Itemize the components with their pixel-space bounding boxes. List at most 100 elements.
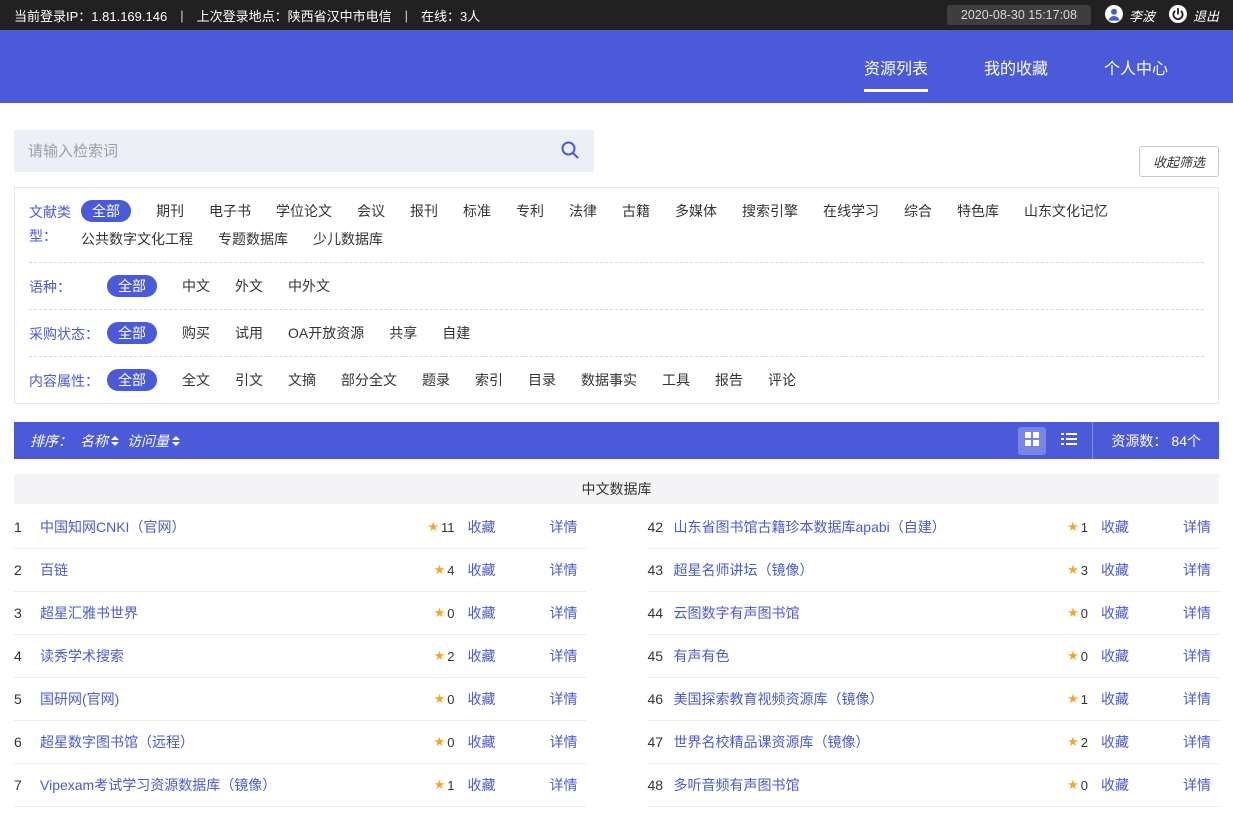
detail-link[interactable]: 详情 <box>550 775 578 795</box>
grid-view-button[interactable] <box>1018 427 1046 455</box>
filter-option[interactable]: 专利 <box>516 200 544 222</box>
filter-option[interactable]: OA开放资源 <box>288 322 364 344</box>
resource-name-link[interactable]: 多听音频有声图书馆 <box>674 775 1068 795</box>
resource-name-link[interactable]: 有声有色 <box>674 646 1068 666</box>
filter-option[interactable]: 中外文 <box>288 275 330 297</box>
filter-option[interactable]: 报刊 <box>410 200 438 222</box>
resource-name-link[interactable]: 超星汇雅书世界 <box>40 603 434 623</box>
resource-name-link[interactable]: 读秀学术搜索 <box>40 646 434 666</box>
star-count: 1 <box>447 778 454 793</box>
search-input[interactable] <box>14 143 554 160</box>
favorite-link[interactable]: 收藏 <box>1101 689 1129 709</box>
favorite-link[interactable]: 收藏 <box>468 517 496 537</box>
filter-option[interactable]: 索引 <box>475 369 503 391</box>
resource-name-link[interactable]: 美国探索教育视频资源库（镜像） <box>674 689 1068 709</box>
detail-link[interactable]: 详情 <box>550 560 578 580</box>
favorite-link[interactable]: 收藏 <box>468 560 496 580</box>
detail-link[interactable]: 详情 <box>1183 560 1211 580</box>
list-view-button[interactable] <box>1055 427 1083 455</box>
detail-link[interactable]: 详情 <box>1183 775 1211 795</box>
filter-option[interactable]: 部分全文 <box>341 369 397 391</box>
filter-option[interactable]: 文摘 <box>288 369 316 391</box>
filter-option[interactable]: 综合 <box>904 200 932 222</box>
logout-label: 退出 <box>1193 6 1219 25</box>
favorite-link[interactable]: 收藏 <box>468 603 496 623</box>
resource-name-link[interactable]: 山东省图书馆古籍珍本数据库apabi（自建） <box>674 517 1068 537</box>
filter-option[interactable]: 标准 <box>463 200 491 222</box>
detail-link[interactable]: 详情 <box>1183 646 1211 666</box>
favorite-link[interactable]: 收藏 <box>1101 775 1129 795</box>
resource-name-link[interactable]: 云图数字有声图书馆 <box>674 603 1068 623</box>
search-button[interactable] <box>554 140 594 163</box>
filter-option[interactable]: 购买 <box>182 322 210 344</box>
nav-tab-my-favorites[interactable]: 我的收藏 <box>984 55 1048 79</box>
filter-option[interactable]: 古籍 <box>622 200 650 222</box>
filter-option[interactable]: 共享 <box>389 322 417 344</box>
favorite-link[interactable]: 收藏 <box>468 775 496 795</box>
filter-option[interactable]: 自建 <box>442 322 470 344</box>
detail-link[interactable]: 详情 <box>550 603 578 623</box>
filter-option[interactable]: 在线学习 <box>823 200 879 222</box>
user-menu[interactable]: 李波 <box>1105 5 1155 26</box>
filter-option[interactable]: 数据事实 <box>581 369 637 391</box>
favorite-link[interactable]: 收藏 <box>468 646 496 666</box>
detail-link[interactable]: 详情 <box>550 646 578 666</box>
filter-option[interactable]: 公共数字文化工程 <box>81 228 193 250</box>
filter-option[interactable]: 全文 <box>182 369 210 391</box>
filter-option[interactable]: 目录 <box>528 369 556 391</box>
filter-option[interactable]: 全部 <box>81 200 131 222</box>
favorite-link[interactable]: 收藏 <box>1101 646 1129 666</box>
filter-option[interactable]: 特色库 <box>957 200 999 222</box>
filter-option[interactable]: 搜索引擎 <box>742 200 798 222</box>
favorite-link[interactable]: 收藏 <box>468 689 496 709</box>
filter-option[interactable]: 会议 <box>357 200 385 222</box>
star-count: 0 <box>447 606 454 621</box>
filter-option[interactable]: 专题数据库 <box>218 228 288 250</box>
filter-option[interactable]: 报告 <box>715 369 743 391</box>
sort-by-name[interactable]: 名称 <box>80 431 119 451</box>
detail-link[interactable]: 详情 <box>550 689 578 709</box>
resource-name-link[interactable]: 国研网(官网) <box>40 689 434 709</box>
filter-option[interactable]: 评论 <box>768 369 796 391</box>
detail-link[interactable]: 详情 <box>1183 732 1211 752</box>
detail-link[interactable]: 详情 <box>550 732 578 752</box>
resource-name-link[interactable]: 超星数字图书馆（远程） <box>40 732 434 752</box>
nav-tab-personal-center[interactable]: 个人中心 <box>1104 55 1168 79</box>
favorite-link[interactable]: 收藏 <box>1101 732 1129 752</box>
resource-name-link[interactable]: 世界名校精品课资源库（镜像） <box>674 732 1068 752</box>
star-count: 11 <box>441 520 455 535</box>
favorite-link[interactable]: 收藏 <box>468 732 496 752</box>
filter-option[interactable]: 期刊 <box>156 200 184 222</box>
favorite-link[interactable]: 收藏 <box>1101 517 1129 537</box>
filter-option[interactable]: 法律 <box>569 200 597 222</box>
filter-option[interactable]: 全部 <box>107 322 157 344</box>
filter-option[interactable]: 电子书 <box>209 200 251 222</box>
resource-row: 1 中国知网CNKI（官网） ★ 11 收藏 详情 <box>14 506 586 549</box>
nav-tab-resource-list[interactable]: 资源列表 <box>864 55 928 79</box>
favorite-link[interactable]: 收藏 <box>1101 603 1129 623</box>
resource-name-link[interactable]: 中国知网CNKI（官网） <box>40 517 427 537</box>
resource-name-link[interactable]: Vipexam考试学习资源数据库（镜像） <box>40 775 434 795</box>
logout-button[interactable]: 退出 <box>1169 5 1219 26</box>
filter-option[interactable]: 工具 <box>662 369 690 391</box>
detail-link[interactable]: 详情 <box>550 517 578 537</box>
filter-option[interactable]: 少儿数据库 <box>313 228 383 250</box>
filter-option[interactable]: 题录 <box>422 369 450 391</box>
detail-link[interactable]: 详情 <box>1183 517 1211 537</box>
filter-option[interactable]: 外文 <box>235 275 263 297</box>
detail-link[interactable]: 详情 <box>1183 603 1211 623</box>
filter-option[interactable]: 山东文化记忆 <box>1024 200 1108 222</box>
collapse-filter-button[interactable]: 收起筛选 <box>1139 146 1219 177</box>
sort-by-visits[interactable]: 访问量 <box>127 431 180 451</box>
filter-option[interactable]: 全部 <box>107 369 157 391</box>
filter-option[interactable]: 试用 <box>235 322 263 344</box>
filter-option[interactable]: 多媒体 <box>675 200 717 222</box>
filter-option[interactable]: 中文 <box>182 275 210 297</box>
resource-name-link[interactable]: 百链 <box>40 560 434 580</box>
favorite-link[interactable]: 收藏 <box>1101 560 1129 580</box>
detail-link[interactable]: 详情 <box>1183 689 1211 709</box>
filter-option[interactable]: 引文 <box>235 369 263 391</box>
filter-option[interactable]: 全部 <box>107 275 157 297</box>
filter-option[interactable]: 学位论文 <box>276 200 332 222</box>
resource-name-link[interactable]: 超星名师讲坛（镜像） <box>674 560 1068 580</box>
